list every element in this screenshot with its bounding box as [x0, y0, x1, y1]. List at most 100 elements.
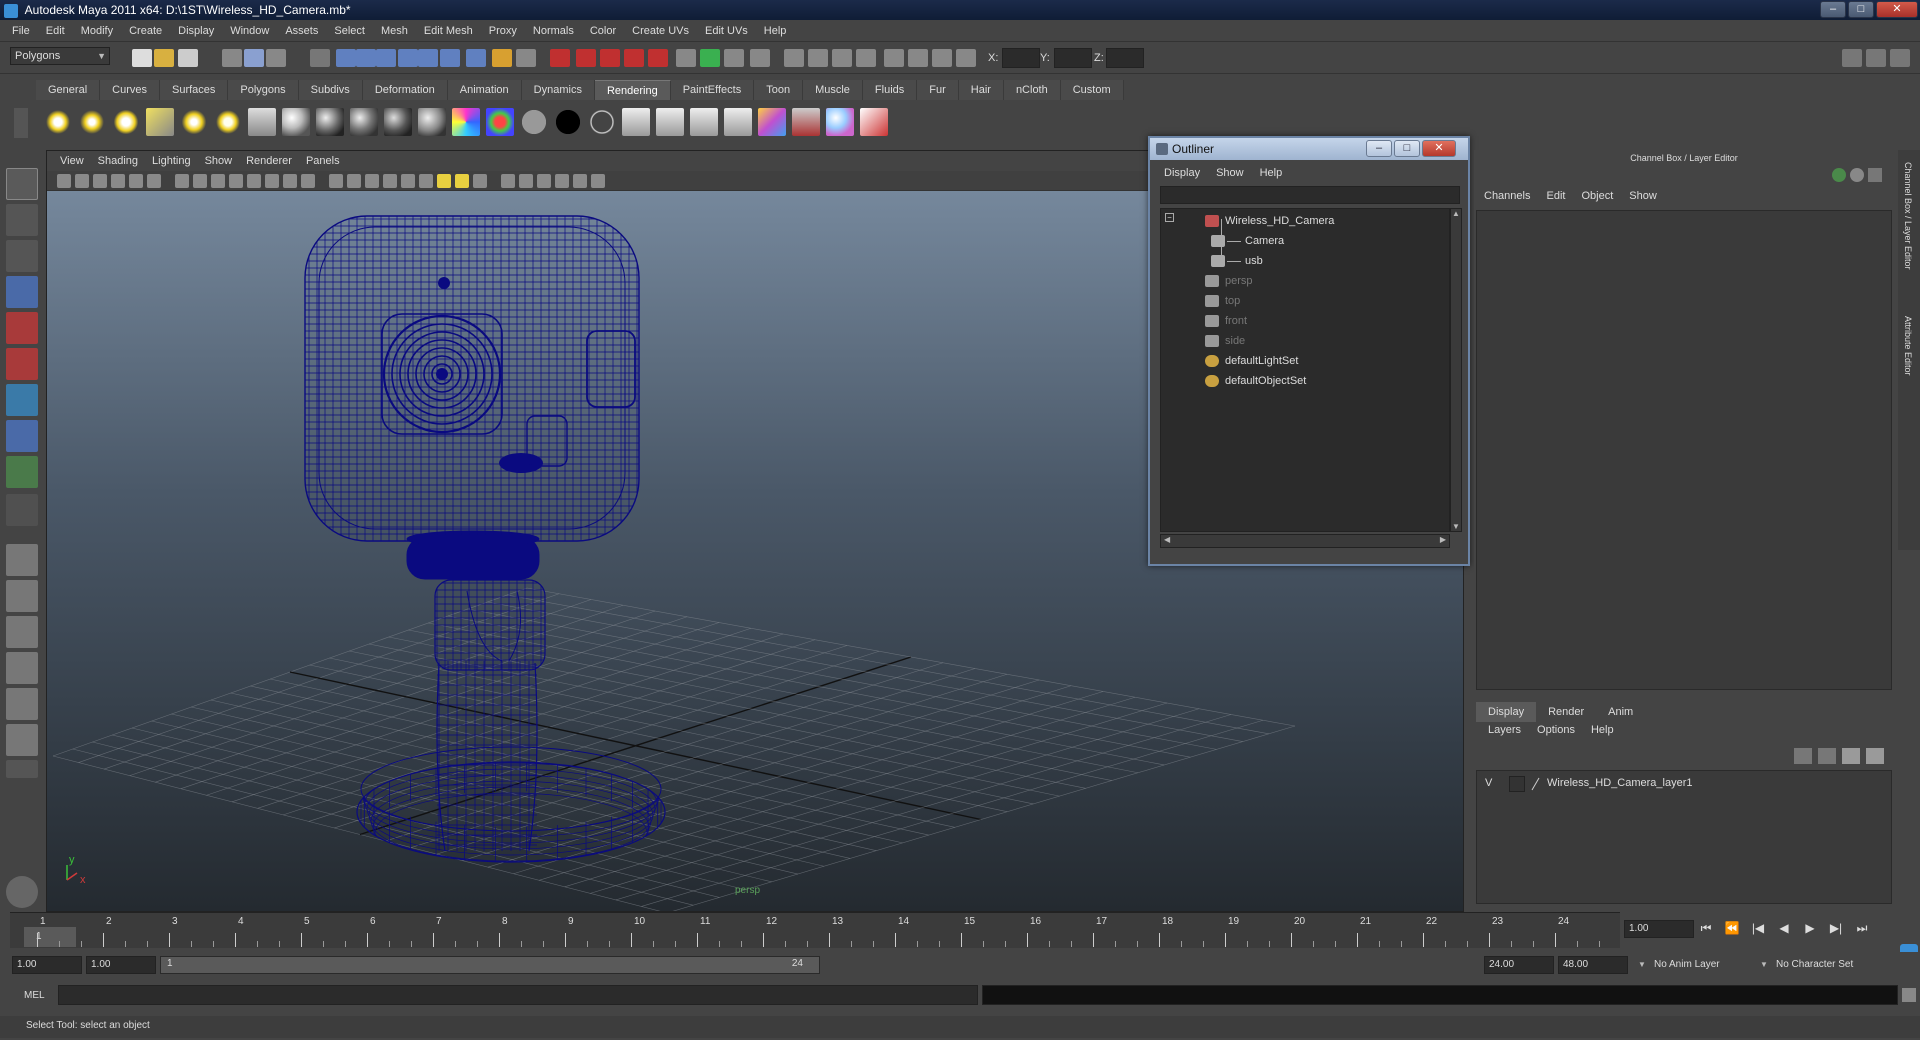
phong-e-icon[interactable] — [384, 108, 412, 136]
playback-end-field[interactable]: 24.00 — [1484, 956, 1554, 974]
menu-color[interactable]: Color — [582, 25, 624, 37]
input-ops-icon[interactable] — [516, 49, 536, 67]
viewport-tool-icon[interactable] — [501, 174, 515, 188]
viewport-tool-icon[interactable] — [347, 174, 361, 188]
show-manipulator-icon[interactable] — [6, 456, 38, 488]
layer-visibility-toggle[interactable]: V — [1485, 777, 1492, 789]
anisotropic-icon[interactable] — [418, 108, 446, 136]
universal-manipulator-icon[interactable] — [6, 384, 38, 416]
render-region-icon[interactable] — [648, 49, 668, 67]
viewport-tool-icon[interactable] — [93, 174, 107, 188]
new-layer-icon[interactable] — [1842, 748, 1860, 764]
layer-tab-display[interactable]: Display — [1476, 702, 1537, 722]
sym-icon[interactable] — [908, 49, 928, 67]
point-light-icon[interactable] — [112, 108, 140, 136]
pick-icon[interactable] — [1868, 168, 1882, 182]
lock-icon[interactable] — [1850, 168, 1864, 182]
outliner-menu-help[interactable]: Help — [1252, 164, 1291, 182]
channel-menu-edit[interactable]: Edit — [1538, 190, 1573, 202]
layer-menu-help[interactable]: Help — [1583, 724, 1622, 736]
select-hierarchy-icon[interactable] — [222, 49, 242, 67]
paint-effects-icon[interactable] — [860, 108, 888, 136]
snap-curve-icon[interactable] — [356, 49, 376, 67]
layered-shader-icon[interactable] — [486, 108, 514, 136]
shelf-tab-dynamics[interactable]: Dynamics — [521, 80, 595, 100]
select-object-icon[interactable] — [244, 49, 264, 67]
surface-shader-black-icon[interactable] — [554, 108, 582, 136]
snap-grid-icon[interactable] — [336, 49, 356, 67]
graph-editor-icon[interactable] — [808, 49, 828, 67]
menu-edit[interactable]: Edit — [38, 25, 73, 37]
channel-menu-channels[interactable]: Channels — [1476, 190, 1538, 202]
surface-shader-white-icon[interactable] — [588, 108, 616, 136]
select-tool-icon[interactable] — [6, 168, 38, 200]
display-icon[interactable] — [676, 49, 696, 67]
outliner-item[interactable]: side — [1161, 331, 1441, 351]
outliner-status-icon[interactable] — [750, 49, 770, 67]
soft-mod-tool-icon[interactable] — [6, 420, 38, 452]
hypershade-status-icon[interactable] — [784, 49, 804, 67]
play-backwards-icon[interactable]: ◀ — [1776, 920, 1792, 936]
viewport-tool-icon[interactable] — [193, 174, 207, 188]
outliner-item[interactable]: persp — [1161, 271, 1441, 291]
outliner-item[interactable]: front — [1161, 311, 1441, 331]
render-settings-status-icon[interactable] — [600, 49, 620, 67]
attribute-editor-toggle-icon[interactable] — [1866, 49, 1886, 67]
directional-light-icon[interactable] — [78, 108, 106, 136]
layer-type-toggle[interactable] — [1509, 776, 1525, 792]
history-icon[interactable] — [440, 49, 460, 67]
outliner-close-button[interactable]: ✕ — [1422, 140, 1456, 157]
menu-modify[interactable]: Modify — [73, 25, 121, 37]
save-scene-icon[interactable] — [178, 49, 198, 67]
viewport-tool-icon[interactable] — [265, 174, 279, 188]
mel-command-input[interactable] — [58, 985, 978, 1005]
shelf-tab-custom[interactable]: Custom — [1060, 80, 1124, 100]
menu-help[interactable]: Help — [756, 25, 795, 37]
construction-history-icon[interactable] — [492, 49, 512, 67]
viewport-menu-lighting[interactable]: Lighting — [145, 155, 198, 167]
x-field[interactable] — [1002, 48, 1040, 68]
script-editor-icon[interactable] — [1902, 988, 1916, 1002]
persp-graph-outliner-layout-icon[interactable] — [6, 724, 38, 756]
menu-display[interactable]: Display — [170, 25, 222, 37]
viewport-menu-panels[interactable]: Panels — [299, 155, 347, 167]
layer-display-icon[interactable] — [700, 49, 720, 67]
abs-rel-icon[interactable] — [956, 49, 976, 67]
layer-row[interactable]: V Wireless_HD_Camera_layer1 — [1481, 775, 1889, 793]
chevron-down-icon[interactable]: ▼ — [1760, 960, 1768, 969]
ambient-light-icon[interactable] — [44, 108, 72, 136]
step-forward-frame-icon[interactable]: ▶| — [1828, 920, 1844, 936]
go-to-start-icon[interactable]: ⏮ — [1698, 920, 1714, 936]
viewport-menu-renderer[interactable]: Renderer — [239, 155, 299, 167]
menu-window[interactable]: Window — [222, 25, 277, 37]
render-settings-icon[interactable] — [248, 108, 276, 136]
outliner-item[interactable]: defaultLightSet — [1161, 351, 1441, 371]
mental-ray-icon[interactable] — [826, 108, 854, 136]
menu-edit-mesh[interactable]: Edit Mesh — [416, 25, 481, 37]
outliner-item[interactable]: defaultObjectSet — [1161, 371, 1441, 391]
outliner-menu-show[interactable]: Show — [1208, 164, 1252, 182]
lasso-tool-icon[interactable] — [6, 204, 38, 236]
shelf-tab-hair[interactable]: Hair — [958, 80, 1004, 100]
viewport-tool-icon[interactable] — [329, 174, 343, 188]
outliner-item[interactable]: Wireless_HD_Camera — [1161, 211, 1441, 231]
select-component-icon[interactable] — [266, 49, 286, 67]
key-icon[interactable] — [1832, 168, 1846, 182]
menu-mesh[interactable]: Mesh — [373, 25, 416, 37]
menu-edit-uvs[interactable]: Edit UVs — [697, 25, 756, 37]
scroll-right-icon[interactable]: ▶ — [1440, 535, 1446, 544]
outliner-title-bar[interactable]: Outliner – □ ✕ — [1150, 138, 1468, 160]
menu-select[interactable]: Select — [326, 25, 373, 37]
attribute-editor-side-tab[interactable]: Attribute Editor — [1903, 316, 1913, 376]
rotate-tool-icon[interactable] — [6, 312, 38, 344]
blinn-icon[interactable] — [316, 108, 344, 136]
outliner-menu-display[interactable]: Display — [1156, 164, 1208, 182]
shelf-tab-painteffects[interactable]: PaintEffects — [670, 80, 755, 100]
viewport-tool-icon[interactable] — [383, 174, 397, 188]
viewport-tool-icon[interactable] — [437, 174, 451, 188]
render-frame-icon[interactable] — [550, 49, 570, 67]
shelf-tab-surfaces[interactable]: Surfaces — [159, 80, 229, 100]
shelf-tab-polygons[interactable]: Polygons — [228, 80, 299, 100]
start-time-field[interactable]: 1.00 — [12, 956, 82, 974]
snap-view-plane-icon[interactable] — [398, 49, 418, 67]
